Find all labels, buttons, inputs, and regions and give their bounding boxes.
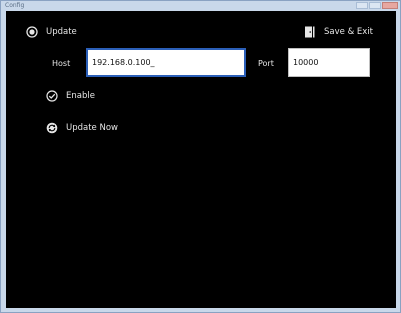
door-exit-icon: [304, 26, 316, 38]
port-input-value: 10000: [293, 58, 319, 67]
update-now-button[interactable]: Update Now: [46, 122, 118, 134]
minimize-button[interactable]: [356, 2, 368, 9]
refresh-icon: [46, 122, 58, 134]
update-now-label: Update Now: [66, 123, 118, 133]
app-window: Config Update Save & Exit Host 192.168.0…: [0, 0, 401, 313]
host-input-value: 192.168.0.100_: [92, 58, 155, 67]
window-controls: [356, 2, 398, 9]
title-bar[interactable]: Config: [1, 1, 400, 10]
update-label: Update: [46, 27, 77, 37]
save-exit-button[interactable]: Save & Exit: [304, 26, 373, 38]
maximize-button[interactable]: [369, 2, 381, 9]
enable-checkbox[interactable]: Enable: [46, 90, 95, 102]
port-input[interactable]: 10000: [288, 48, 370, 77]
host-input[interactable]: 192.168.0.100_: [86, 48, 246, 77]
check-circle-icon: [46, 90, 58, 102]
window-title: Config: [5, 2, 25, 9]
port-label: Port: [258, 59, 274, 68]
enable-label: Enable: [66, 91, 95, 101]
radio-dot-icon: [26, 26, 38, 38]
main-panel: Update Save & Exit Host 192.168.0.100_ P…: [6, 11, 396, 308]
close-button[interactable]: [382, 2, 398, 9]
save-exit-label: Save & Exit: [324, 27, 373, 37]
update-toggle[interactable]: Update: [26, 26, 77, 38]
host-label: Host: [52, 59, 71, 68]
